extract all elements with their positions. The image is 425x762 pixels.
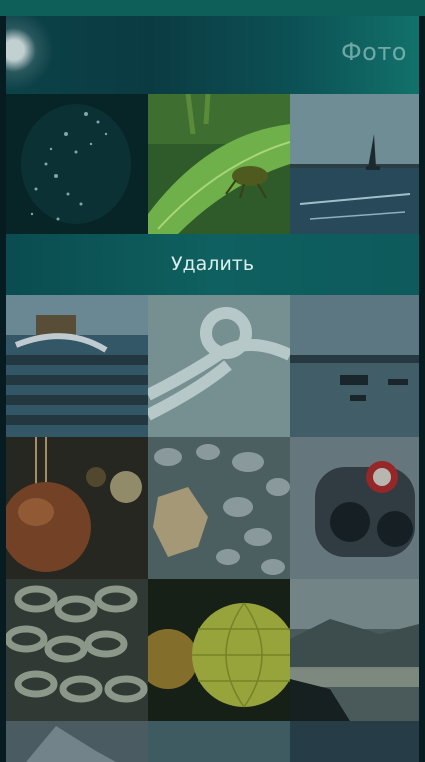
photo-coin-binoculars[interactable] xyxy=(290,437,419,579)
photo-grid xyxy=(6,94,419,762)
photo-partial-2[interactable] xyxy=(148,721,290,762)
photo-partial-1[interactable] xyxy=(6,721,148,762)
page-header: Фото xyxy=(6,16,419,94)
photo-stone-pier-waves[interactable] xyxy=(6,295,148,437)
photo-grasshopper-on-leaf[interactable] xyxy=(148,94,290,234)
photo-hanging-gourd-bokeh[interactable] xyxy=(6,437,148,579)
photo-metal-chains[interactable] xyxy=(6,579,148,721)
photo-misty-mountains-sunset[interactable] xyxy=(290,579,419,721)
photo-pebbles-and-leaves[interactable] xyxy=(148,437,290,579)
delete-button[interactable]: Удалить xyxy=(6,234,419,295)
photo-sailboat-at-sea[interactable] xyxy=(290,94,419,234)
photo-rope-knot[interactable] xyxy=(148,295,290,437)
photo-water-splash[interactable] xyxy=(6,94,148,234)
photo-boats-on-calm-lake[interactable] xyxy=(290,295,419,437)
page-title: Фото xyxy=(340,38,407,66)
photo-partial-3[interactable] xyxy=(290,721,419,762)
status-bar xyxy=(0,0,425,16)
photo-glowing-lantern[interactable] xyxy=(148,579,290,721)
